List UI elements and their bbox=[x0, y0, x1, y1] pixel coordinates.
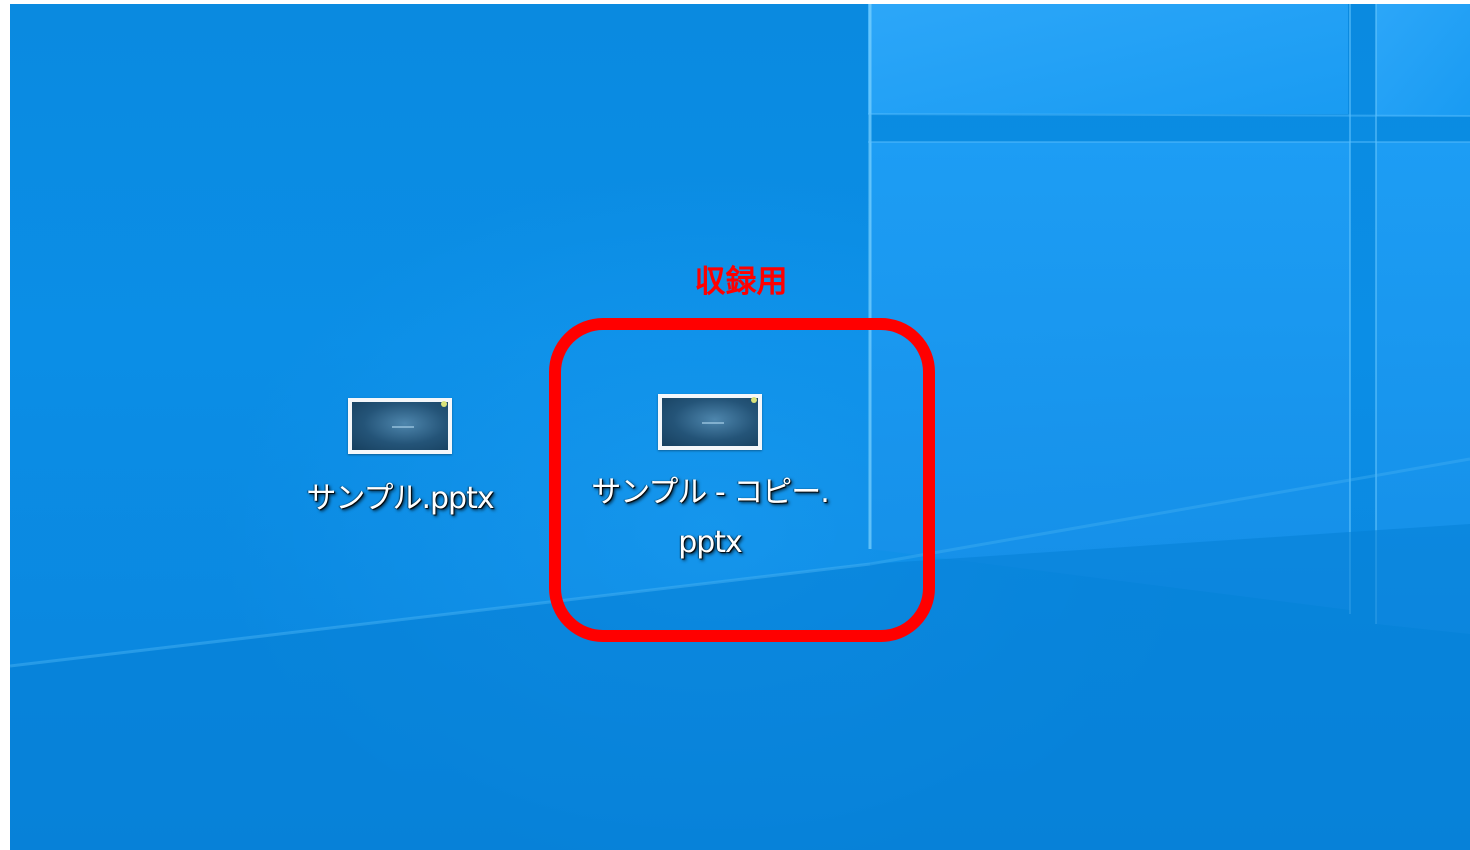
highlight-box bbox=[549, 318, 935, 642]
desktop-file-icon-sample-pptx[interactable]: サンプル.pptx bbox=[290, 398, 510, 524]
pptx-file-icon bbox=[348, 398, 452, 454]
annotation-label: 収録用 bbox=[694, 264, 788, 300]
file-name-label: サンプル.pptx bbox=[306, 481, 494, 516]
